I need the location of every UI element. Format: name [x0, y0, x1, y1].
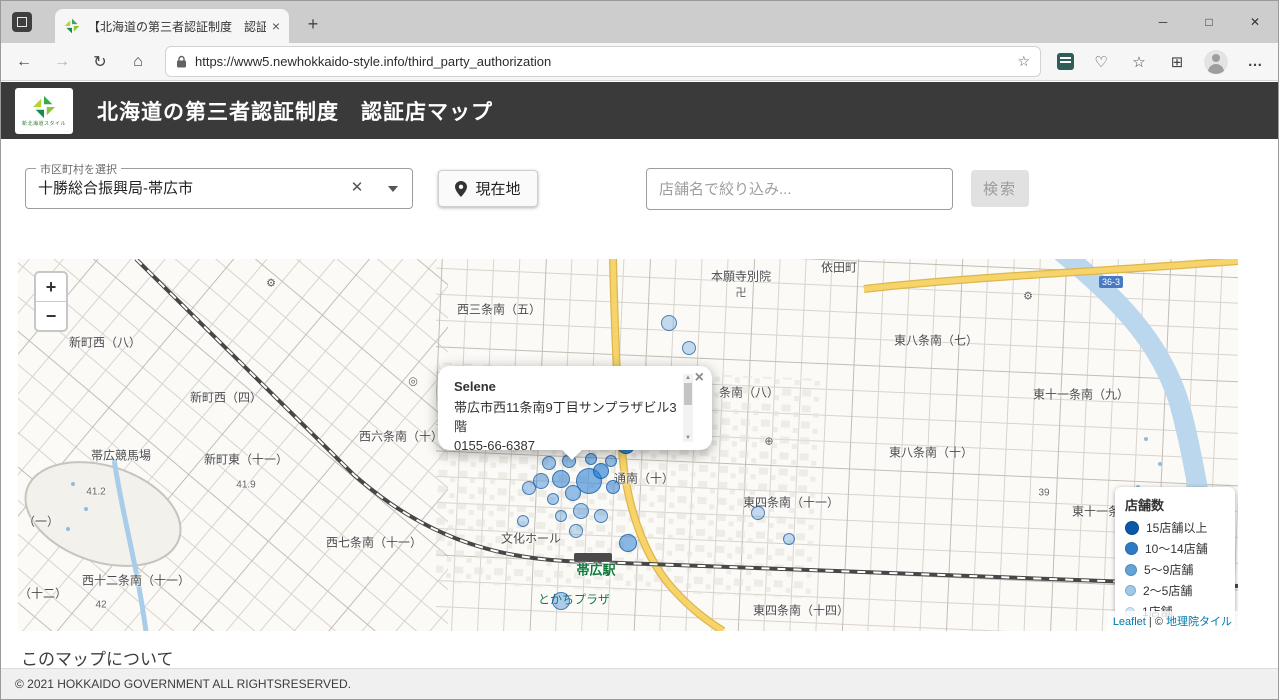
tab-title: 【北海道の第三者認証制度 認証 [88, 19, 266, 34]
store-cluster-marker[interactable] [552, 592, 570, 610]
scroll-up-icon[interactable]: ▲ [685, 374, 691, 382]
gsi-tiles-link[interactable]: 地理院タイル [1166, 616, 1232, 628]
settings-ellipsis-icon[interactable]: … [1244, 53, 1266, 70]
legend-item: 2〜5店舗 [1125, 582, 1225, 599]
home-icon[interactable]: ⌂ [127, 53, 149, 71]
tab-actions-icon[interactable] [12, 12, 32, 32]
store-cluster-marker[interactable] [517, 515, 529, 527]
store-cluster-marker[interactable] [522, 481, 536, 495]
location-pin-icon [455, 180, 468, 197]
legend-item: 5〜9店舗 [1125, 561, 1225, 578]
window-close-button[interactable]: ✕ [1232, 1, 1278, 43]
store-cluster-marker[interactable] [552, 470, 570, 488]
store-cluster-marker[interactable] [751, 506, 765, 520]
refresh-icon[interactable]: ↻ [89, 52, 111, 72]
maximize-button[interactable]: □ [1186, 1, 1232, 43]
store-cluster-marker[interactable] [565, 485, 581, 501]
footer-copyright: © 2021 HOKKAIDO GOVERNMENT ALL RIGHTSRES… [15, 677, 352, 691]
legend-items: 15店舗以上10〜14店舗5〜9店舗2〜5店舗1店舗 [1125, 519, 1225, 620]
page-footer: © 2021 HOKKAIDO GOVERNMENT ALL RIGHTSRES… [1, 668, 1278, 699]
leaflet-link[interactable]: Leaflet [1113, 616, 1146, 628]
store-cluster-marker[interactable] [573, 503, 589, 519]
current-location-button[interactable]: 現在地 [438, 170, 538, 207]
minimize-button[interactable]: ─ [1140, 1, 1186, 43]
popup-close-icon[interactable]: × [695, 369, 704, 387]
forward-icon: → [54, 52, 70, 70]
legend-label: 5〜9店舗 [1144, 563, 1194, 577]
zoom-out-button[interactable]: − [36, 302, 66, 330]
store-name: Selene [454, 379, 496, 394]
select-clear-icon[interactable]: ✕ [346, 178, 368, 196]
municipality-select-label: 市区町村を選択 [36, 161, 121, 177]
store-filter-input[interactable] [646, 168, 953, 210]
scrollbar-thumb[interactable] [684, 383, 692, 405]
new-tab-button[interactable]: + [301, 12, 325, 36]
legend-title: 店舗数 [1125, 498, 1165, 513]
legend-item: 15店舗以上 [1125, 519, 1225, 536]
attribution-copyright: © [1154, 616, 1163, 628]
browser-tab[interactable]: 【北海道の第三者認証制度 認証 × [55, 9, 289, 43]
store-cluster-marker[interactable] [682, 341, 696, 355]
site-header: 新北海道スタイル 北海道の第三者認証制度 認証店マップ [1, 82, 1278, 139]
legend-label: 15店舗以上 [1146, 521, 1208, 535]
favorite-add-icon[interactable]: ☆ [1017, 53, 1030, 70]
store-cluster-marker[interactable] [547, 493, 559, 505]
logo-text: 新北海道スタイル [21, 120, 66, 127]
store-cluster-marker[interactable] [555, 510, 567, 522]
store-cluster-marker[interactable] [606, 480, 620, 494]
municipality-select[interactable]: 市区町村を選択 十勝総合振興局-帯広市 ✕ [25, 161, 413, 209]
tab-strip: 【北海道の第三者認証制度 認証 × + ─ □ ✕ [1, 1, 1278, 43]
browser-window: 【北海道の第三者認証制度 認証 × + ─ □ ✕ ← → ↻ ⌂ https:… [0, 0, 1279, 700]
scroll-down-icon[interactable]: ▼ [685, 434, 691, 442]
about-map-heading: このマップについて [21, 650, 174, 669]
page-title: 北海道の第三者認証制度 認証店マップ [97, 100, 493, 124]
legend-dot [1125, 520, 1139, 535]
url-bar[interactable]: https://www5.newhokkaido-style.info/thir… [165, 46, 1041, 77]
store-cluster-marker[interactable] [594, 509, 608, 523]
chevron-down-icon[interactable] [388, 186, 398, 192]
map-attribution: Leaflet | © 地理院タイル [1106, 611, 1238, 631]
zoom-control: + − [34, 271, 68, 332]
tab-favicon-icon [64, 18, 80, 34]
legend-dot [1125, 563, 1137, 576]
lock-icon [177, 55, 186, 68]
zoom-in-button[interactable]: + [36, 273, 66, 302]
collections-icon[interactable]: ⊞ [1166, 53, 1188, 71]
map-canvas[interactable]: 西三条南（五） 本願寺別院卍依田町 36-3 新町西（八） 新町西（四） 東八条南（七）条… [18, 259, 1238, 631]
window-controls: ─ □ ✕ [1140, 1, 1278, 43]
attribution-separator: | [1148, 616, 1152, 628]
legend-dot [1125, 542, 1138, 555]
store-cluster-marker[interactable] [661, 315, 677, 331]
store-cluster-marker[interactable] [569, 524, 583, 538]
filter-controls: 市区町村を選択 十勝総合振興局-帯広市 ✕ 現在地 検索 [1, 139, 1278, 259]
tab-close-icon[interactable]: × [272, 18, 280, 34]
web-capture-icon[interactable] [1057, 53, 1074, 70]
search-button[interactable]: 検索 [971, 170, 1029, 207]
store-popup: Selene 帯広市西11条南9丁目サンプラザビル3階 0155-66-6387… [438, 366, 712, 460]
legend-label: 10〜14店舗 [1145, 542, 1208, 556]
back-icon[interactable]: ← [13, 53, 35, 71]
store-address: 帯広市西11条南9丁目サンプラザビル3階 [454, 399, 677, 434]
legend-item: 10〜14店舗 [1125, 540, 1225, 557]
pinwheel-logo-icon [32, 95, 56, 118]
store-count-legend: 店舗数 15店舗以上10〜14店舗5〜9店舗2〜5店舗1店舗 [1115, 487, 1235, 631]
browser-essentials-icon[interactable]: ♡ [1090, 53, 1112, 71]
site-logo: 新北海道スタイル [15, 87, 73, 134]
favorites-icon[interactable]: ☆ [1128, 53, 1150, 71]
url-text[interactable]: https://www5.newhokkaido-style.info/thir… [195, 54, 1009, 69]
current-location-label: 現在地 [475, 181, 521, 198]
store-cluster-marker[interactable] [783, 533, 795, 545]
legend-label: 2〜5店舗 [1143, 584, 1193, 598]
legend-dot [1125, 585, 1136, 596]
popup-scrollbar[interactable]: ▲ ▼ [683, 374, 693, 442]
profile-avatar[interactable] [1204, 49, 1228, 74]
store-cluster-marker[interactable] [619, 534, 637, 552]
browser-toolbar: ← → ↻ ⌂ https://www5.newhokkaido-style.i… [1, 43, 1278, 81]
